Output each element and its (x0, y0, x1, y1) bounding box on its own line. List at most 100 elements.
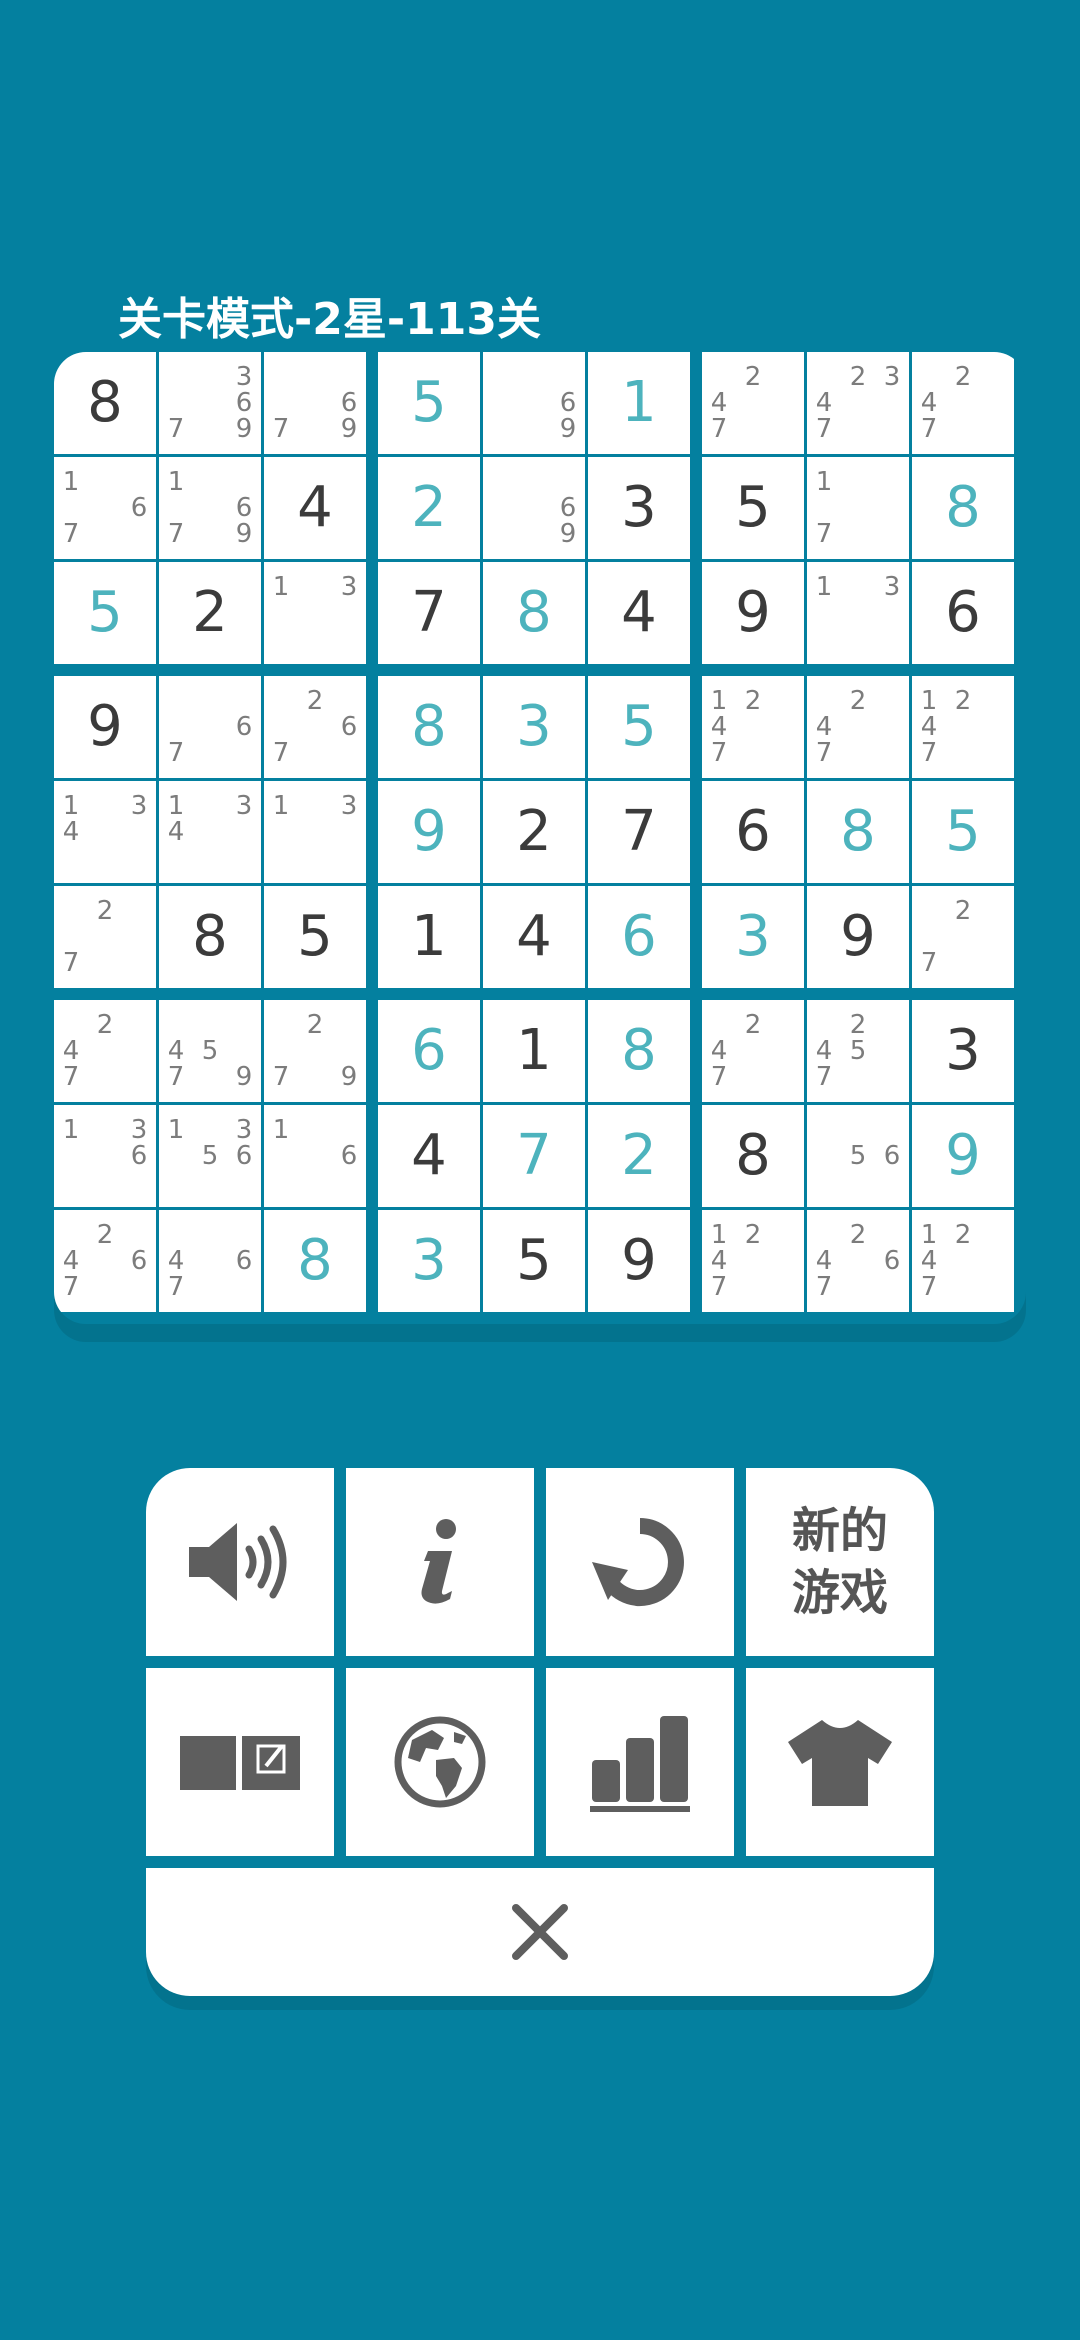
sudoku-cell[interactable]: 3 (912, 1000, 1014, 1102)
sudoku-cell[interactable]: 247 (702, 1000, 804, 1102)
sudoku-cell[interactable]: 4 (483, 886, 585, 988)
sudoku-cell[interactable]: 6 7 9 (264, 352, 366, 454)
sudoku-cell[interactable]: 5 (588, 676, 690, 778)
sudoku-cell[interactable]: 7 (483, 1105, 585, 1207)
sudoku-cell[interactable]: 2457 (807, 1000, 909, 1102)
sudoku-cell[interactable]: 5 (483, 1210, 585, 1312)
sudoku-cell[interactable]: 17 (807, 457, 909, 559)
sudoku-cell[interactable]: 1247 (912, 1210, 1014, 1312)
info-button[interactable] (346, 1468, 534, 1656)
sudoku-cell[interactable]: 8 (378, 676, 480, 778)
sudoku-cell[interactable]: 1679 (159, 457, 261, 559)
sudoku-cell[interactable]: 247 (807, 676, 909, 778)
sudoku-cell[interactable]: 8 (912, 457, 1014, 559)
sudoku-cell[interactable]: 8 (588, 1000, 690, 1102)
sudoku-cell[interactable]: 36 7 9 (159, 352, 261, 454)
new-game-button[interactable]: 新的 游戏 (746, 1468, 934, 1656)
sudoku-cell[interactable]: 24 6 7 (54, 1210, 156, 1312)
sudoku-cell[interactable]: 8 (264, 1210, 366, 1312)
sudoku-cell[interactable]: 5 (264, 886, 366, 988)
given-digit: 5 (735, 475, 771, 540)
sudoku-cell[interactable]: 1 (588, 352, 690, 454)
sudoku-cell[interactable]: 6 (702, 781, 804, 883)
sudoku-cell[interactable]: 67 (159, 676, 261, 778)
sudoku-cell[interactable]: 6 (588, 886, 690, 988)
pencil-note: 2 (954, 896, 972, 926)
sudoku-cell[interactable]: 9 (702, 562, 804, 664)
sudoku-cell[interactable]: 8 (54, 352, 156, 454)
sudoku-cell[interactable]: 3 (378, 1210, 480, 1312)
sudoku-cell[interactable]: 27 (54, 886, 156, 988)
sudoku-cell[interactable]: 69 (483, 352, 585, 454)
sudoku-cell[interactable]: 4 (378, 1105, 480, 1207)
sudoku-cell[interactable]: 247 (54, 1000, 156, 1102)
sudoku-cell[interactable]: 1247 (912, 676, 1014, 778)
sudoku-cell[interactable]: 3 (588, 457, 690, 559)
sudoku-cell[interactable]: 1 3 4 (54, 781, 156, 883)
sudoku-cell[interactable]: 9 (378, 781, 480, 883)
sudoku-cell[interactable]: 7 (378, 562, 480, 664)
sudoku-cell[interactable]: 5 (912, 781, 1014, 883)
sudoku-cell[interactable]: 9 (912, 1105, 1014, 1207)
sudoku-cell[interactable]: 1 6 7 (54, 457, 156, 559)
sudoku-cell[interactable]: 8 (702, 1105, 804, 1207)
sudoku-cell[interactable]: 4 (264, 457, 366, 559)
sudoku-cell[interactable]: 4 (588, 562, 690, 664)
sudoku-cell[interactable]: 23 47 (807, 352, 909, 454)
stats-button[interactable] (546, 1668, 734, 1856)
sudoku-cell[interactable]: 1 (378, 886, 480, 988)
sudoku-cell[interactable]: 27 9 (264, 1000, 366, 1102)
sudoku-cell[interactable]: 16 (264, 1105, 366, 1207)
sudoku-cell[interactable]: 8 (159, 886, 261, 988)
sudoku-cell[interactable]: 6 (378, 1000, 480, 1102)
sudoku-cell[interactable]: 247 (702, 352, 804, 454)
sudoku-cell[interactable]: 69 (483, 457, 585, 559)
pencil-note: 2 (954, 1220, 972, 1250)
sudoku-cell[interactable]: 8 (807, 781, 909, 883)
sudoku-cell[interactable]: 1 36 (54, 1105, 156, 1207)
sudoku-cell[interactable]: 1247 (702, 1210, 804, 1312)
entered-digit: 8 (516, 580, 552, 645)
sudoku-cell[interactable]: 27 (912, 886, 1014, 988)
sudoku-cell[interactable]: 1 356 (159, 1105, 261, 1207)
sudoku-cell[interactable]: 3 (483, 676, 585, 778)
sudoku-cell[interactable]: 3 (702, 886, 804, 988)
sudoku-cell[interactable]: 247 (912, 352, 1014, 454)
sudoku-cell[interactable]: 5 (378, 352, 480, 454)
sudoku-cell[interactable]: 9 (588, 1210, 690, 1312)
notes-button[interactable] (146, 1668, 334, 1856)
sudoku-cell[interactable]: 2 (588, 1105, 690, 1207)
given-digit: 6 (945, 580, 981, 645)
sudoku-cell[interactable]: 13 (264, 781, 366, 883)
sudoku-cell[interactable]: 5 (702, 457, 804, 559)
sudoku-cell[interactable]: 7 (588, 781, 690, 883)
sudoku-cell[interactable]: 2 (483, 781, 585, 883)
sudoku-cell[interactable]: 2 (378, 457, 480, 559)
sudoku-cell[interactable]: 1 3 4 (159, 781, 261, 883)
sudoku-cell[interactable]: 6 (912, 562, 1014, 664)
sudoku-cell[interactable]: 9 (54, 676, 156, 778)
theme-button[interactable] (746, 1668, 934, 1856)
sudoku-cell[interactable]: 4 6 7 (159, 1210, 261, 1312)
pencil-note: 6 (883, 1246, 901, 1276)
sudoku-cell[interactable]: 9 (807, 886, 909, 988)
sudoku-cell[interactable]: 1 (483, 1000, 585, 1102)
sudoku-cell[interactable]: 13 (264, 562, 366, 664)
pencil-note: 2 (96, 896, 114, 926)
sudoku-cell[interactable]: 8 (483, 562, 585, 664)
restart-button[interactable] (546, 1468, 734, 1656)
sudoku-cell[interactable]: 1247 (702, 676, 804, 778)
sudoku-cell[interactable]: 26 7 (264, 676, 366, 778)
pencil-note: 3 (235, 362, 253, 392)
entered-digit: 1 (621, 370, 657, 435)
close-button[interactable] (146, 1868, 934, 1996)
pencil-note: 7 (920, 1272, 938, 1302)
globe-button[interactable] (346, 1668, 534, 1856)
sudoku-cell[interactable]: 457 9 (159, 1000, 261, 1102)
sudoku-cell[interactable]: 24 6 7 (807, 1210, 909, 1312)
sudoku-cell[interactable]: 13 (807, 562, 909, 664)
sound-button[interactable] (146, 1468, 334, 1656)
sudoku-cell[interactable]: 2 (159, 562, 261, 664)
sudoku-cell[interactable]: 56 (807, 1105, 909, 1207)
sudoku-cell[interactable]: 5 (54, 562, 156, 664)
